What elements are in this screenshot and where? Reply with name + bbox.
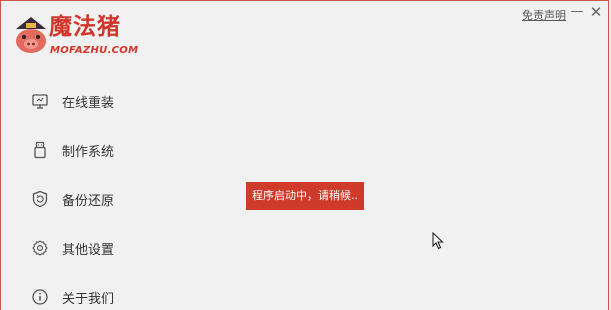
logo-title: 魔法猪 xyxy=(49,14,121,40)
sidebar-item-label: 制作系统 xyxy=(62,144,115,160)
app-window: 魔法猪 MOFAZHU.COM 免责声明 — ✕ 在线重装 制作系统 备份还原 … xyxy=(0,0,609,310)
sidebar-item-label: 在线重装 xyxy=(62,95,115,111)
pig-mascot-icon xyxy=(16,17,46,53)
sidebar-item-make-system[interactable]: 制作系统 xyxy=(31,138,114,162)
sidebar-item-backup-restore[interactable]: 备份还原 xyxy=(31,187,114,211)
sidebar-item-label: 备份还原 xyxy=(62,193,115,209)
mouse-cursor-icon xyxy=(432,232,444,250)
minimize-button[interactable]: — xyxy=(570,4,584,20)
sidebar-item-about-us[interactable]: 关于我们 xyxy=(31,285,114,309)
sidebar-item-online-reinstall[interactable]: 在线重装 xyxy=(31,89,114,113)
info-icon xyxy=(32,289,48,305)
sidebar-item-label: 其他设置 xyxy=(62,242,115,258)
logo-subtitle: MOFAZHU.COM xyxy=(50,45,139,56)
close-button[interactable]: ✕ xyxy=(589,4,603,20)
sidebar-item-other-settings[interactable]: 其他设置 xyxy=(31,236,114,260)
monitor-icon xyxy=(32,94,48,109)
usb-drive-icon xyxy=(34,141,46,159)
gear-icon xyxy=(32,240,48,256)
shield-refresh-icon xyxy=(32,190,48,208)
logo: 魔法猪 MOFAZHU.COM xyxy=(13,5,143,61)
disclaimer-link[interactable]: 免责声明 xyxy=(522,7,566,23)
sidebar-item-label: 关于我们 xyxy=(62,291,115,307)
loading-toast: 程序启动中，请稍候.. xyxy=(246,182,364,210)
